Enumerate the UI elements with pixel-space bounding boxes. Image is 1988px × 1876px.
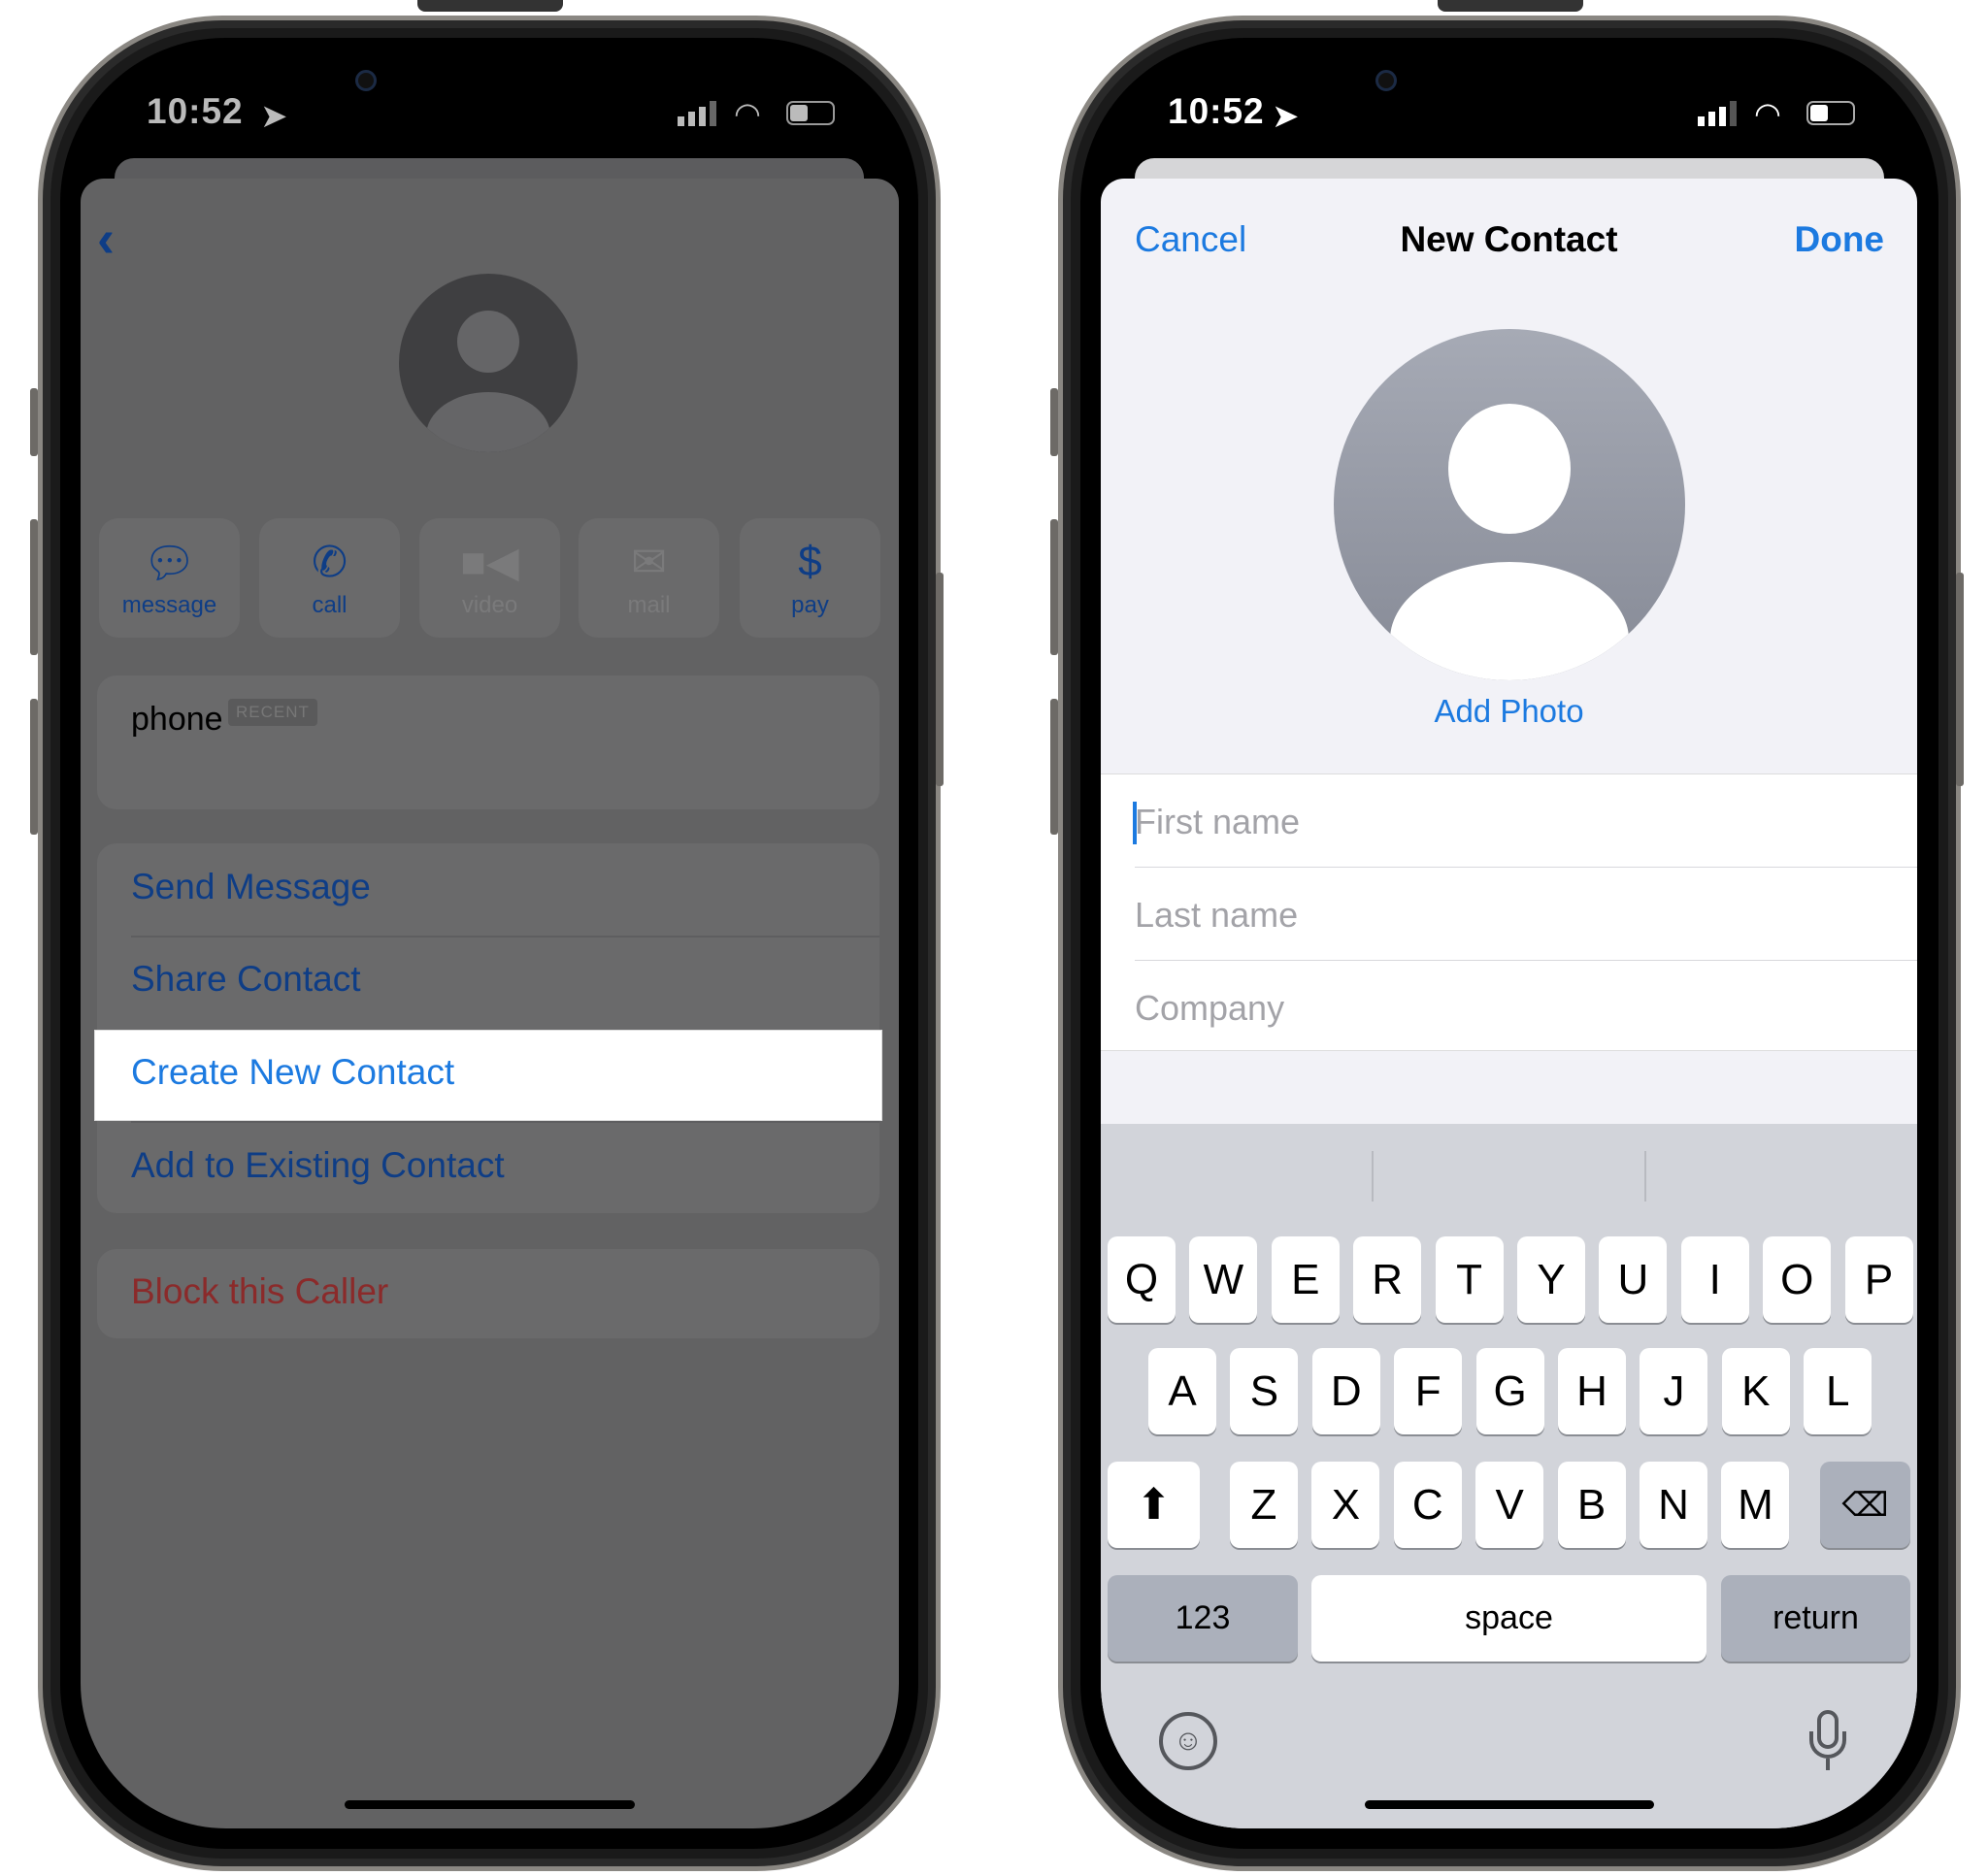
key-f[interactable]: F bbox=[1394, 1348, 1463, 1434]
key-e[interactable]: E bbox=[1271, 1236, 1340, 1323]
action-label: mail bbox=[627, 592, 671, 618]
share-contact-item[interactable]: Share Contact bbox=[131, 959, 361, 1000]
message-bubble-icon: 💬︎ bbox=[142, 540, 197, 587]
first-name-field[interactable]: First name bbox=[1135, 802, 1300, 842]
power-button bbox=[1956, 573, 1964, 786]
recent-badge: RECENT bbox=[228, 699, 317, 726]
video-action-button: ■◀ video bbox=[419, 518, 560, 638]
mute-switch bbox=[1050, 388, 1058, 456]
location-arrow-icon: ➤ bbox=[1272, 98, 1300, 135]
front-camera bbox=[355, 70, 377, 91]
home-indicator bbox=[1365, 1800, 1654, 1809]
message-action-button[interactable]: 💬︎ message bbox=[99, 518, 240, 638]
suggestion-divider bbox=[1372, 1151, 1374, 1201]
shift-key[interactable]: ⬆ bbox=[1108, 1462, 1200, 1548]
add-photo-button[interactable]: Add Photo bbox=[1101, 693, 1917, 730]
create-new-contact-item[interactable]: Create New Contact bbox=[131, 1052, 454, 1093]
name-fields-group: First name Last name Company bbox=[1101, 773, 1917, 1051]
mute-switch bbox=[30, 388, 38, 456]
contact-avatar bbox=[399, 274, 578, 452]
location-arrow-icon: ➤ bbox=[260, 98, 288, 135]
battery-icon bbox=[1806, 101, 1855, 125]
phone-icon: ✆ bbox=[312, 539, 348, 586]
key-r[interactable]: R bbox=[1353, 1236, 1422, 1323]
status-time: 10:52 bbox=[1168, 91, 1265, 131]
suggestion-divider bbox=[1644, 1151, 1646, 1201]
volume-down-button bbox=[30, 699, 38, 835]
battery-icon bbox=[786, 101, 835, 125]
action-label: message bbox=[121, 592, 217, 618]
key-b[interactable]: B bbox=[1557, 1462, 1626, 1548]
pay-action-button[interactable]: $ pay bbox=[740, 518, 880, 638]
key-c[interactable]: C bbox=[1393, 1462, 1462, 1548]
key-i[interactable]: I bbox=[1680, 1236, 1749, 1323]
power-button bbox=[936, 573, 944, 786]
key-o[interactable]: O bbox=[1763, 1236, 1832, 1323]
send-message-item[interactable]: Send Message bbox=[131, 867, 371, 907]
backspace-key[interactable]: ⌫ bbox=[1820, 1462, 1910, 1548]
shift-arrow-icon: ⬆ bbox=[1136, 1481, 1172, 1529]
key-k[interactable]: K bbox=[1721, 1348, 1790, 1434]
speaker-grille bbox=[417, 0, 563, 12]
space-key[interactable]: space bbox=[1311, 1575, 1706, 1662]
add-to-existing-contact-item[interactable]: Add to Existing Contact bbox=[131, 1145, 505, 1186]
block-caller-item[interactable]: Block this Caller bbox=[131, 1271, 388, 1312]
key-a[interactable]: A bbox=[1148, 1348, 1216, 1434]
volume-down-button bbox=[1050, 699, 1058, 835]
phone-card: phone RECENT bbox=[97, 675, 879, 809]
action-label: pay bbox=[791, 592, 829, 618]
key-m[interactable]: M bbox=[1721, 1462, 1790, 1548]
key-y[interactable]: Y bbox=[1517, 1236, 1585, 1323]
key-g[interactable]: G bbox=[1475, 1348, 1544, 1434]
key-j[interactable]: J bbox=[1640, 1348, 1708, 1434]
key-u[interactable]: U bbox=[1599, 1236, 1668, 1323]
delete-backward-icon: ⌫ bbox=[1841, 1486, 1889, 1524]
signal-icon bbox=[1698, 101, 1737, 126]
avatar-placeholder[interactable] bbox=[1334, 329, 1685, 680]
key-q[interactable]: Q bbox=[1108, 1236, 1176, 1323]
phone-label: phone bbox=[131, 701, 223, 738]
microphone-icon[interactable] bbox=[1809, 1710, 1846, 1772]
signal-icon bbox=[678, 101, 716, 126]
key-z[interactable]: Z bbox=[1230, 1462, 1298, 1548]
key-x[interactable]: X bbox=[1311, 1462, 1380, 1548]
back-chevron-icon[interactable]: ‹ bbox=[97, 209, 115, 269]
action-label: video bbox=[461, 592, 518, 618]
numbers-key[interactable]: 123 bbox=[1108, 1575, 1298, 1662]
call-action-button[interactable]: ✆ call bbox=[259, 518, 400, 638]
key-t[interactable]: T bbox=[1435, 1236, 1504, 1323]
company-field[interactable]: Company bbox=[1135, 988, 1284, 1029]
return-key[interactable]: return bbox=[1721, 1575, 1910, 1662]
last-name-field[interactable]: Last name bbox=[1135, 895, 1298, 936]
key-p[interactable]: P bbox=[1844, 1236, 1913, 1323]
key-v[interactable]: V bbox=[1475, 1462, 1544, 1548]
volume-up-button bbox=[1050, 519, 1058, 655]
key-n[interactable]: N bbox=[1640, 1462, 1707, 1548]
video-camera-icon: ■◀ bbox=[460, 539, 519, 586]
envelope-icon: ✉ bbox=[631, 539, 667, 586]
front-camera bbox=[1375, 70, 1397, 91]
key-d[interactable]: D bbox=[1311, 1348, 1380, 1434]
speaker-grille bbox=[1438, 0, 1583, 12]
wifi-icon: ◠ bbox=[1754, 96, 1781, 131]
volume-up-button bbox=[30, 519, 38, 655]
emoji-icon[interactable]: ☺ bbox=[1159, 1712, 1217, 1770]
key-s[interactable]: S bbox=[1230, 1348, 1299, 1434]
wifi-icon: ◠ bbox=[734, 96, 761, 131]
dollar-icon: $ bbox=[798, 538, 822, 585]
done-button[interactable]: Done bbox=[1795, 219, 1885, 260]
key-h[interactable]: H bbox=[1558, 1348, 1626, 1434]
key-w[interactable]: W bbox=[1189, 1236, 1258, 1323]
key-l[interactable]: L bbox=[1804, 1348, 1872, 1434]
action-label: call bbox=[312, 592, 348, 618]
mail-action-button: ✉ mail bbox=[579, 518, 719, 638]
status-time: 10:52 bbox=[147, 91, 244, 131]
home-indicator bbox=[345, 1800, 635, 1809]
